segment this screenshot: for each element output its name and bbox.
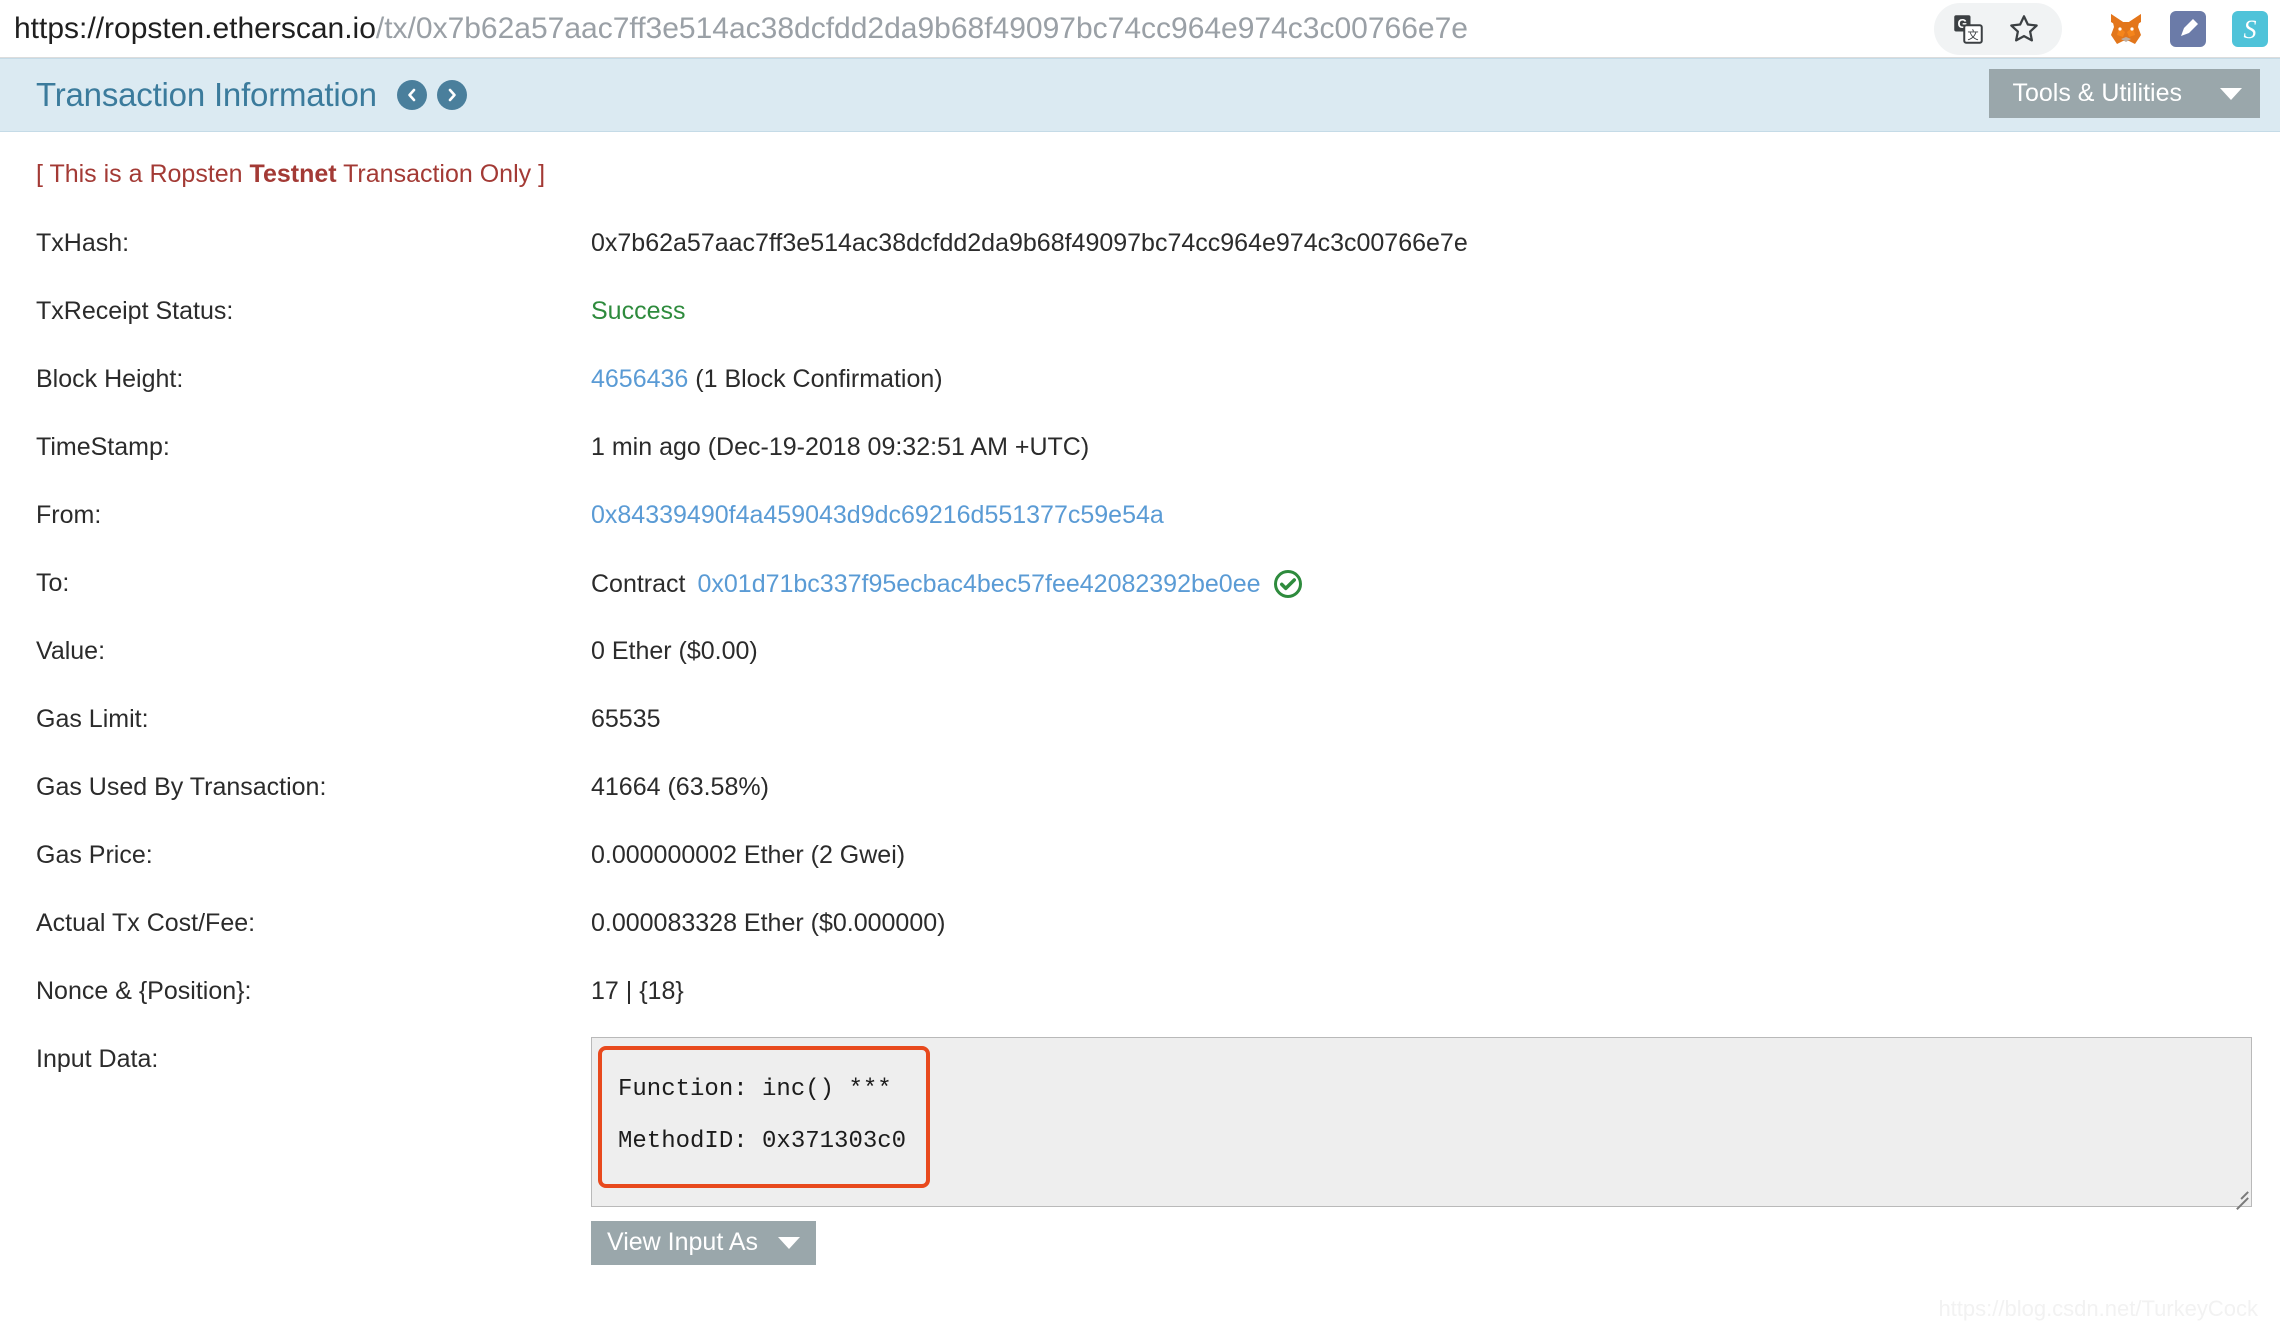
value-gas-limit: 65535 [591,705,661,733]
label-receipt-status: TxReceipt Status: [36,297,234,325]
label-value: Value: [36,637,106,665]
url-domain: https://ropsten.etherscan.io [14,11,376,45]
s-extension-icon[interactable]: S [2230,9,2270,49]
row-gas-price: Gas Price: 0.000000002 Ether (2 Gwei) [36,823,2252,891]
from-address-link[interactable]: 0x84339490f4a459043d9dc69216d551377c59e5… [591,501,1164,529]
label-block-height: Block Height: [36,365,184,393]
label-gas-limit: Gas Limit: [36,705,149,733]
chevron-down-icon [2220,87,2242,100]
row-input-data: Input Data: Function: inc() *** MethodID… [36,1027,2252,1265]
input-data-textarea[interactable]: Function: inc() *** MethodID: 0x371303c0 [591,1037,2252,1210]
value-gas-price: 0.000000002 Ether (2 Gwei) [591,841,906,869]
value-block-height: 4656436 (1 Block Confirmation) [591,347,2252,394]
row-value: Value: 0 Ether ($0.00) [36,619,2252,687]
row-receipt-status: TxReceipt Status: Success [36,279,2252,347]
value-nonce: 17 | {18} [591,977,684,1005]
address-bar[interactable]: https://ropsten.etherscan.io/tx/0x7b62a5… [0,11,1934,47]
value-txhash: 0x7b62a57aac7ff3e514ac38dcfdd2da9b68f490… [591,229,1468,257]
block-height-link[interactable]: 4656436 [591,365,688,393]
value-tx-cost: 0.000083328 Ether ($0.000000) [591,909,946,937]
value-gas-used: 41664 (63.58%) [591,773,769,801]
page-header-band: Transaction Information Tools & Utilitie… [0,58,2280,132]
view-input-as-button[interactable]: View Input As [591,1221,817,1265]
testnet-notice-prefix: [ This is a Ropsten [36,160,250,188]
chevron-left-icon[interactable] [396,80,427,110]
contract-verified-check-icon [1273,569,1303,599]
row-block-height: Block Height: 4656436 (1 Block Confirmat… [36,347,2252,415]
omnibox-action-pill: G 文 [1934,2,2062,55]
input-methodid-line: MethodID: 0x371303c0 [618,1128,907,1155]
value-value: 0 Ether ($0.00) [591,637,758,665]
testnet-notice: [ This is a Ropsten Testnet Transaction … [0,132,2280,189]
tools-and-utilities-button[interactable]: Tools & Utilities [1988,69,2260,118]
chevron-down-icon [778,1236,801,1249]
row-from: From: 0x84339490f4a459043d9dc69216d55137… [36,483,2252,551]
row-nonce: Nonce & {Position}: 17 | {18} [36,959,2252,1027]
translate-icon[interactable]: G 文 [1948,9,1988,49]
row-timestamp: TimeStamp: 1 min ago (Dec-19-2018 09:32:… [36,415,2252,483]
to-address-link[interactable]: 0x01d71bc337f95ecbac4bec57fee42082392be0… [697,570,1260,599]
svg-text:文: 文 [1967,28,1978,42]
label-nonce: Nonce & {Position}: [36,977,252,1005]
row-tx-cost: Actual Tx Cost/Fee: 0.000083328 Ether ($… [36,891,2252,959]
input-data-cell: Function: inc() *** MethodID: 0x371303c0… [591,1027,2252,1265]
url-path: /tx/0x7b62a57aac7ff3e514ac38dcfdd2da9b68… [375,11,1468,45]
page-title: Transaction Information [36,76,377,113]
bookmark-star-icon[interactable] [2004,9,2044,49]
input-data-highlight-box: Function: inc() *** MethodID: 0x371303c0 [598,1046,931,1188]
watermark: https://blog.csdn.net/TurkeyCock [1938,1296,2258,1321]
value-to: Contract 0x01d71bc337f95ecbac4bec57fee42… [591,551,2252,599]
label-tx-cost: Actual Tx Cost/Fee: [36,909,256,937]
label-from: From: [36,501,102,529]
browser-toolbar: https://ropsten.etherscan.io/tx/0x7b62a5… [0,0,2280,58]
label-input-data: Input Data: [36,1045,159,1073]
pen-extension-icon[interactable] [2168,9,2208,49]
tools-and-utilities-label: Tools & Utilities [2012,79,2183,107]
label-gas-price: Gas Price: [36,841,153,869]
status-badge: Success [591,297,686,325]
testnet-notice-suffix: Transaction Only ] [336,160,546,188]
value-from: 0x84339490f4a459043d9dc69216d551377c59e5… [591,483,2252,530]
transaction-nav-controls [396,80,467,110]
transaction-info-table: TxHash: 0x7b62a57aac7ff3e514ac38dcfdd2da… [0,211,2280,1265]
row-gas-used: Gas Used By Transaction: 41664 (63.58%) [36,755,2252,823]
label-txhash: TxHash: [36,229,130,257]
browser-action-icons: G 文 S [1934,2,2280,55]
view-input-as-label: View Input As [607,1228,759,1256]
label-gas-used: Gas Used By Transaction: [36,773,327,801]
block-confirmations: (1 Block Confirmation) [695,365,943,393]
svg-text:S: S [2244,15,2257,44]
row-to: To: Contract 0x01d71bc337f95ecbac4bec57f… [36,551,2252,619]
label-to: To: [36,569,70,597]
value-timestamp: 1 min ago (Dec-19-2018 09:32:51 AM +UTC) [591,433,1090,461]
metamask-fox-icon[interactable] [2106,9,2146,49]
textarea-resize-handle[interactable] [2226,1181,2249,1210]
label-timestamp: TimeStamp: [36,433,170,461]
testnet-notice-emphasis: Testnet [249,160,337,188]
to-contract-prefix: Contract [591,569,686,598]
chevron-right-icon[interactable] [436,80,467,110]
input-function-line: Function: inc() *** [618,1076,892,1103]
row-gas-limit: Gas Limit: 65535 [36,687,2252,755]
row-txhash: TxHash: 0x7b62a57aac7ff3e514ac38dcfdd2da… [36,211,2252,279]
